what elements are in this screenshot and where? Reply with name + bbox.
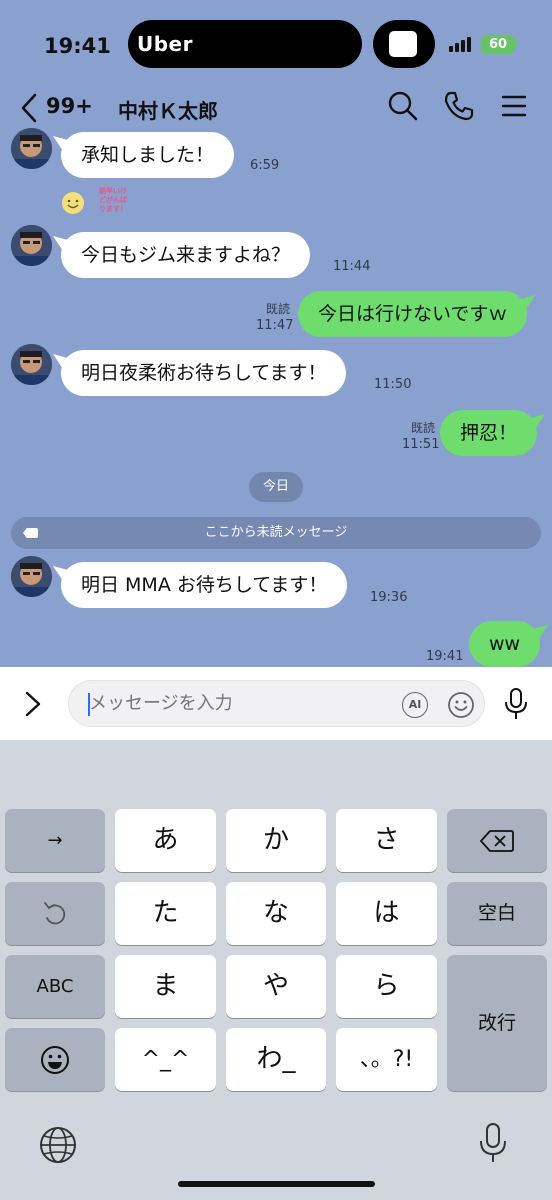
phone-icon[interactable] bbox=[441, 88, 477, 124]
message-bubble[interactable]: 承知しました！ bbox=[61, 132, 235, 178]
chat-title[interactable]: 中村Ｋ太郎 bbox=[118, 95, 218, 124]
dictation-mic-icon[interactable] bbox=[478, 1122, 508, 1164]
message-bubble[interactable]: 明日 MMA お待ちしてます！ bbox=[61, 562, 348, 608]
space-key[interactable]: 空白 bbox=[447, 882, 547, 945]
undo-key[interactable] bbox=[5, 882, 105, 945]
cellular-signal-icon bbox=[449, 36, 475, 52]
delete-icon bbox=[480, 830, 514, 852]
date-separator: 今日 bbox=[249, 472, 303, 502]
return-key[interactable]: 改行 bbox=[447, 955, 547, 1091]
key-wa[interactable]: わ_ bbox=[226, 1028, 326, 1091]
smiley-sticker-icon[interactable] bbox=[60, 190, 86, 216]
message-bubble[interactable]: 今日もジム来ますよね？ bbox=[61, 232, 311, 278]
text-caret bbox=[88, 693, 90, 716]
delete-key[interactable] bbox=[447, 809, 547, 872]
message-time: 19:41 bbox=[426, 649, 464, 664]
emoji-icon[interactable] bbox=[447, 691, 475, 719]
message-input-bar: AI bbox=[0, 667, 552, 740]
message-time: 19:36 bbox=[370, 590, 408, 605]
ai-button[interactable]: AI bbox=[402, 692, 428, 718]
tag-icon bbox=[23, 528, 38, 538]
live-activity-label: Uber bbox=[137, 32, 193, 56]
message-time: 11:44 bbox=[333, 259, 371, 274]
key-na[interactable]: な bbox=[226, 882, 326, 945]
contact-avatar[interactable] bbox=[11, 128, 52, 169]
key-ka[interactable]: か bbox=[226, 809, 326, 872]
contact-avatar[interactable] bbox=[11, 556, 52, 597]
key-kaomoji[interactable]: ^_^ bbox=[115, 1028, 216, 1091]
key-ma[interactable]: ま bbox=[115, 955, 216, 1018]
live-activity-icon[interactable] bbox=[373, 20, 435, 68]
message-time: 11:47 bbox=[256, 318, 294, 333]
emoji-key[interactable] bbox=[5, 1028, 105, 1091]
expand-chevron-icon[interactable] bbox=[18, 688, 48, 720]
message-time: 11:50 bbox=[374, 377, 412, 392]
home-indicator[interactable] bbox=[178, 1181, 375, 1187]
message-bubble-own[interactable]: 今日は行けないですｗ bbox=[298, 291, 528, 337]
key-punctuation[interactable]: 、。?! bbox=[336, 1028, 437, 1091]
key-ra[interactable]: ら bbox=[336, 955, 437, 1018]
undo-icon bbox=[44, 902, 66, 925]
key-ya[interactable]: や bbox=[226, 955, 326, 1018]
key-sa[interactable]: さ bbox=[336, 809, 437, 872]
search-icon[interactable] bbox=[385, 88, 421, 124]
unread-divider-label: ここから未読メッセージ bbox=[204, 525, 348, 540]
microphone-icon[interactable] bbox=[503, 687, 529, 721]
battery-cap bbox=[515, 41, 518, 48]
abc-key[interactable]: ABC bbox=[5, 955, 105, 1018]
message-bubble-own[interactable]: 押忍！ bbox=[440, 410, 538, 456]
key-ta[interactable]: た bbox=[115, 882, 216, 945]
menu-icon[interactable] bbox=[496, 88, 532, 124]
message-time: 11:51 bbox=[402, 437, 440, 452]
key-ha[interactable]: は bbox=[336, 882, 437, 945]
globe-icon[interactable] bbox=[38, 1125, 78, 1165]
status-time: 19:41 bbox=[44, 34, 111, 58]
cursor-right-key[interactable]: → bbox=[5, 809, 105, 872]
contact-avatar[interactable] bbox=[11, 344, 52, 385]
battery-indicator: 60 bbox=[481, 35, 515, 54]
chat-area: 19:41 Uber 60 99+ 中村Ｋ太郎 承知しました！ 6:59 朝早い… bbox=[0, 0, 552, 667]
emoji-icon bbox=[41, 1046, 69, 1074]
message-time: 6:59 bbox=[250, 158, 280, 173]
read-receipt: 既読 bbox=[410, 421, 435, 435]
text-sticker[interactable]: 朝早いけどがんばります！ bbox=[99, 187, 133, 221]
key-a[interactable]: あ bbox=[115, 809, 216, 872]
contact-avatar[interactable] bbox=[11, 225, 52, 266]
unread-divider: ここから未読メッセージ bbox=[11, 517, 541, 549]
unread-count[interactable]: 99+ bbox=[46, 94, 93, 118]
message-bubble-own[interactable]: ww bbox=[469, 621, 541, 667]
message-bubble[interactable]: 明日夜柔術お待ちしてます！ bbox=[61, 350, 347, 396]
read-receipt: 既読 bbox=[265, 302, 290, 316]
